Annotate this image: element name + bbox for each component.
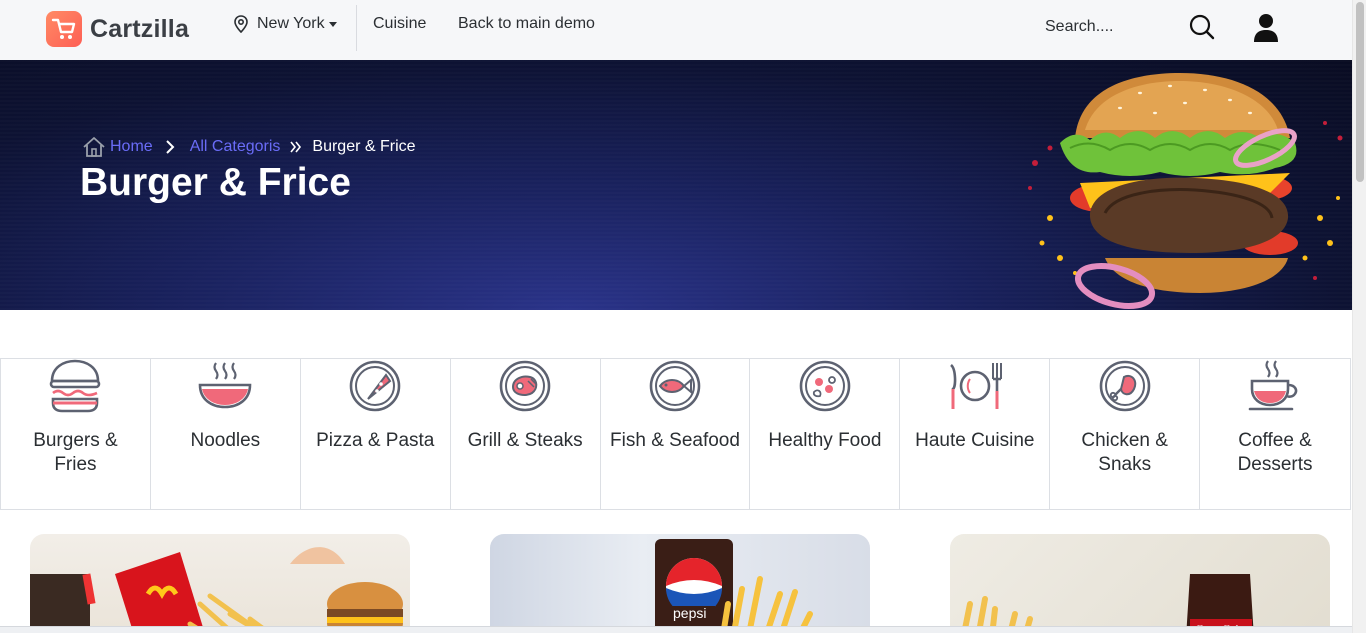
logo[interactable]: Cartzilla xyxy=(46,11,189,47)
breadcrumb-category-link[interactable]: All Categoris xyxy=(190,138,281,156)
category-label: Coffee & Desserts xyxy=(1237,430,1313,475)
search-button[interactable] xyxy=(1189,14,1215,45)
search-input[interactable] xyxy=(1045,18,1185,36)
breadcrumb-home-link[interactable]: Home xyxy=(110,138,153,156)
category-label: Noodles xyxy=(190,430,261,451)
top-navbar: Cartzilla New York Cuisine Back to main … xyxy=(0,0,1352,60)
product-card[interactable]: Coca-Cola xyxy=(950,534,1330,633)
cola-fries-photo: Coca-Cola xyxy=(961,574,1254,633)
account-button[interactable] xyxy=(1253,13,1279,48)
page-title: Burger & Frice xyxy=(80,161,351,204)
fries-burger-photo xyxy=(30,547,403,633)
search-icon xyxy=(1189,14,1215,40)
category-label: Haute Cuisine xyxy=(915,430,1035,451)
pizza-icon xyxy=(349,360,401,412)
fish-icon xyxy=(649,360,701,412)
horizontal-scrollbar[interactable] xyxy=(0,626,1352,633)
pepsi-fries-photo: pepsi xyxy=(655,539,813,633)
category-label: Healthy Food xyxy=(768,430,882,451)
category-label: Grill & Steaks xyxy=(467,430,583,451)
category-label: Chicken & Snaks xyxy=(1081,430,1168,475)
category-pizza-pasta[interactable]: Pizza & Pasta xyxy=(301,359,451,509)
category-healthy-food[interactable]: Healthy Food xyxy=(750,359,901,509)
category-label: Pizza & Pasta xyxy=(316,430,435,451)
chevron-right-icon xyxy=(165,140,175,154)
category-noodles[interactable]: Noodles xyxy=(151,359,301,509)
location-selector[interactable]: New York xyxy=(233,15,337,33)
user-icon xyxy=(1254,14,1278,42)
chevron-down-icon xyxy=(328,21,337,27)
steak-icon xyxy=(499,360,551,412)
category-label: Fish & Seafood xyxy=(610,430,740,451)
product-card[interactable] xyxy=(30,534,410,633)
category-fish-seafood[interactable]: Fish & Seafood xyxy=(601,359,751,509)
salad-icon xyxy=(799,360,851,412)
coffee-cup-icon xyxy=(1248,360,1298,411)
nav-back-to-demo-link[interactable]: Back to main demo xyxy=(458,15,595,33)
category-grill-steaks[interactable]: Grill & Steaks xyxy=(451,359,601,509)
category-strip: Burgers & Fries Noodles Pizza & Pasta Gr… xyxy=(0,358,1351,510)
burger-illustration xyxy=(1028,73,1343,309)
noodle-bowl-icon xyxy=(199,362,252,409)
hero-banner: Home All Categoris Burger & Frice Burger… xyxy=(0,60,1352,310)
category-label: Burgers & Fries xyxy=(33,430,118,475)
svg-text:pepsi: pepsi xyxy=(673,605,706,621)
burger-icon xyxy=(50,359,101,413)
nav-cuisine-link[interactable]: Cuisine xyxy=(373,15,426,33)
map-pin-icon xyxy=(234,15,248,33)
logo-text: Cartzilla xyxy=(90,14,190,43)
divider xyxy=(356,5,357,51)
category-burgers-fries[interactable]: Burgers & Fries xyxy=(1,359,151,509)
cutlery-icon xyxy=(949,363,1002,409)
category-haute-cuisine[interactable]: Haute Cuisine xyxy=(900,359,1051,509)
double-chevron-right-icon xyxy=(290,140,302,154)
breadcrumb: Home All Categoris Burger & Frice xyxy=(82,136,416,158)
vertical-scrollbar[interactable] xyxy=(1352,0,1366,633)
location-label: New York xyxy=(257,15,325,32)
category-coffee-desserts[interactable]: Coffee & Desserts xyxy=(1200,359,1350,509)
cart-logo-icon xyxy=(46,11,82,47)
chicken-leg-icon xyxy=(1099,360,1150,412)
category-chicken-snaks[interactable]: Chicken & Snaks xyxy=(1050,359,1201,509)
scrollbar-thumb[interactable] xyxy=(1356,2,1364,182)
home-icon xyxy=(83,137,105,157)
product-card[interactable]: pepsi xyxy=(490,534,870,633)
breadcrumb-current: Burger & Frice xyxy=(312,138,416,155)
